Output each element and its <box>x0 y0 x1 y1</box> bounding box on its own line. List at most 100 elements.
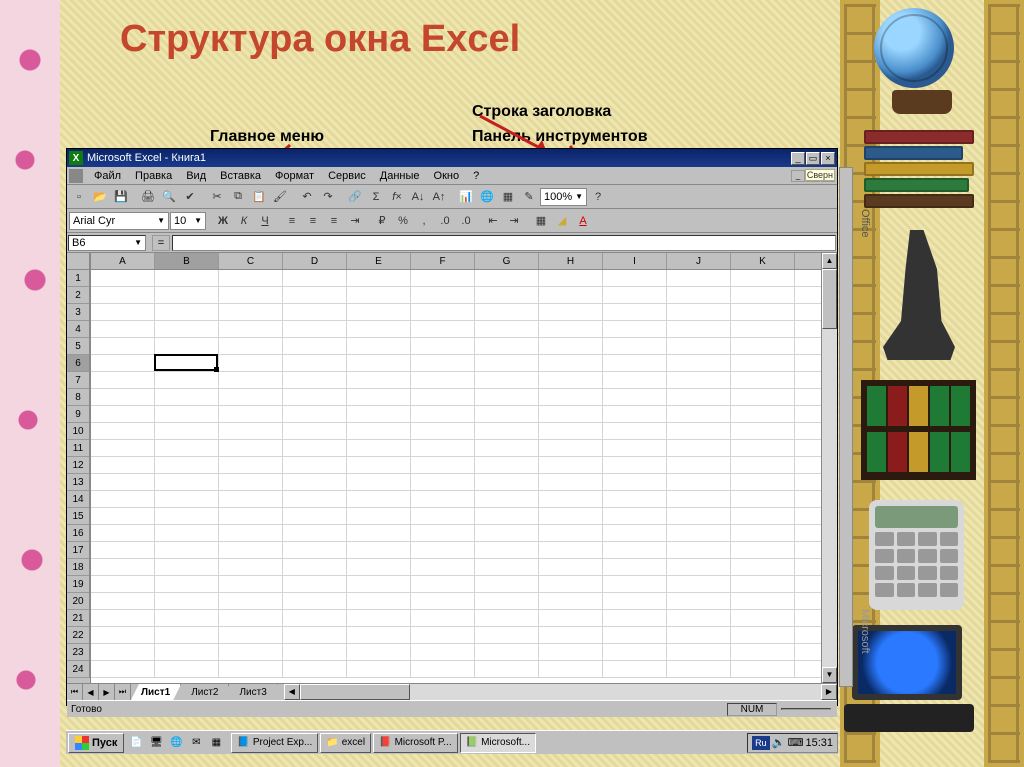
row-header[interactable]: 15 <box>67 508 90 525</box>
print-button[interactable]: 🖨 <box>138 187 158 207</box>
menu-window[interactable]: Окно <box>427 169 467 183</box>
row-header[interactable]: 22 <box>67 627 90 644</box>
autosum-button[interactable]: Σ <box>366 187 386 207</box>
copy-button[interactable]: ⧉ <box>228 187 248 207</box>
taskbar-task[interactable]: 📗Microsoft... <box>460 733 536 753</box>
row-header[interactable]: 17 <box>67 542 90 559</box>
bold-button[interactable]: Ж <box>213 211 233 231</box>
row-header[interactable]: 19 <box>67 576 90 593</box>
sheet-tab[interactable]: Лист2 <box>181 684 229 700</box>
format-painter-button[interactable]: 🖌 <box>270 187 290 207</box>
column-header[interactable]: H <box>539 253 603 269</box>
menu-insert[interactable]: Вставка <box>213 169 268 183</box>
map-button[interactable]: 🌐 <box>477 187 497 207</box>
font-color-button[interactable]: A <box>573 211 593 231</box>
font-name-dropdown[interactable]: Arial Cyr▼ <box>69 212 169 230</box>
open-button[interactable]: 📂 <box>90 187 110 207</box>
vertical-scrollbar[interactable]: ▲ ▼ <box>821 253 837 683</box>
column-header[interactable]: C <box>219 253 283 269</box>
dec-decimal-button[interactable]: .0 <box>456 211 476 231</box>
row-header[interactable]: 21 <box>67 610 90 627</box>
save-button[interactable]: 💾 <box>111 187 131 207</box>
percent-button[interactable]: % <box>393 211 413 231</box>
row-header[interactable]: 3 <box>67 304 90 321</box>
select-all-corner[interactable] <box>67 253 90 270</box>
row-header[interactable]: 6 <box>67 355 90 372</box>
equals-button[interactable]: = <box>152 235 170 251</box>
scroll-down-button[interactable]: ▼ <box>822 667 837 683</box>
title-bar[interactable]: X Microsoft Excel - Книга1 _ ▭ × <box>67 149 837 167</box>
menu-help[interactable]: ? <box>466 169 486 183</box>
fill-color-button[interactable]: ◢ <box>552 211 572 231</box>
row-header[interactable]: 14 <box>67 491 90 508</box>
function-button[interactable]: f× <box>387 187 407 207</box>
zoom-dropdown[interactable]: 100%▼ <box>540 188 587 206</box>
office-shortcut-bar[interactable] <box>839 167 853 687</box>
tray-icon[interactable]: 🔊 <box>772 736 786 749</box>
row-header[interactable]: 2 <box>67 287 90 304</box>
paste-button[interactable]: 📋 <box>249 187 269 207</box>
document-icon[interactable] <box>69 169 83 183</box>
inc-indent-button[interactable]: ⇥ <box>504 211 524 231</box>
underline-button[interactable]: Ч <box>255 211 275 231</box>
column-header[interactable]: I <box>603 253 667 269</box>
row-header[interactable]: 18 <box>67 559 90 576</box>
preview-button[interactable]: 🔍 <box>159 187 179 207</box>
column-header[interactable]: J <box>667 253 731 269</box>
row-header[interactable]: 23 <box>67 644 90 661</box>
row-header[interactable]: 24 <box>67 661 90 678</box>
minimize-button[interactable]: _ <box>791 152 805 165</box>
tray-icon[interactable]: ⌨ <box>788 736 804 749</box>
scroll-right-button[interactable]: ▶ <box>821 684 837 700</box>
sheet-tab[interactable]: Лист3 <box>229 684 277 700</box>
row-header[interactable]: 4 <box>67 321 90 338</box>
name-box[interactable]: B6▼ <box>68 235 146 251</box>
taskbar-task[interactable]: 📕Microsoft P... <box>373 733 458 753</box>
column-header[interactable]: F <box>411 253 475 269</box>
row-header[interactable]: 8 <box>67 389 90 406</box>
quicklaunch-icon[interactable]: ✉ <box>187 734 205 752</box>
menu-view[interactable]: Вид <box>179 169 213 183</box>
drawing-button[interactable]: ✎ <box>519 187 539 207</box>
column-header[interactable]: K <box>731 253 795 269</box>
pivot-button[interactable]: ▦ <box>498 187 518 207</box>
row-header[interactable]: 16 <box>67 525 90 542</box>
formula-input[interactable] <box>172 235 836 251</box>
quicklaunch-icon[interactable]: 🖥 <box>147 734 165 752</box>
scroll-up-button[interactable]: ▲ <box>822 253 837 269</box>
horizontal-scrollbar[interactable]: ◀ ▶ <box>284 684 837 700</box>
clock[interactable]: 15:31 <box>805 737 833 749</box>
sort-desc-button[interactable]: A↑ <box>429 187 449 207</box>
start-button[interactable]: Пуск <box>68 733 124 753</box>
column-header[interactable]: G <box>475 253 539 269</box>
hyperlink-button[interactable]: 🔗 <box>345 187 365 207</box>
tab-nav-next[interactable]: ▶ <box>99 684 115 700</box>
quicklaunch-icon[interactable]: ▦ <box>207 734 225 752</box>
undo-button[interactable]: ↶ <box>297 187 317 207</box>
row-header[interactable]: 1 <box>67 270 90 287</box>
row-header[interactable]: 12 <box>67 457 90 474</box>
maximize-button[interactable]: ▭ <box>806 152 820 165</box>
inc-decimal-button[interactable]: .0 <box>435 211 455 231</box>
scroll-left-button[interactable]: ◀ <box>284 684 300 700</box>
sheet-tab[interactable]: Лист1 <box>131 684 181 700</box>
tab-nav-prev[interactable]: ◀ <box>83 684 99 700</box>
align-right-button[interactable]: ≡ <box>324 211 344 231</box>
quicklaunch-icon[interactable]: 🌐 <box>167 734 185 752</box>
borders-button[interactable]: ▦ <box>531 211 551 231</box>
chart-button[interactable]: 📊 <box>456 187 476 207</box>
cut-button[interactable]: ✂ <box>207 187 227 207</box>
comma-button[interactable]: , <box>414 211 434 231</box>
redo-button[interactable]: ↷ <box>318 187 338 207</box>
cells-area[interactable] <box>91 270 821 678</box>
italic-button[interactable]: К <box>234 211 254 231</box>
column-header[interactable]: D <box>283 253 347 269</box>
tab-nav-last[interactable]: ⏭ <box>115 684 131 700</box>
menu-edit[interactable]: Правка <box>128 169 179 183</box>
row-header[interactable]: 11 <box>67 440 90 457</box>
menu-file[interactable]: Файл <box>87 169 128 183</box>
sort-asc-button[interactable]: A↓ <box>408 187 428 207</box>
spell-button[interactable]: ✔ <box>180 187 200 207</box>
row-header[interactable]: 7 <box>67 372 90 389</box>
row-header[interactable]: 13 <box>67 474 90 491</box>
